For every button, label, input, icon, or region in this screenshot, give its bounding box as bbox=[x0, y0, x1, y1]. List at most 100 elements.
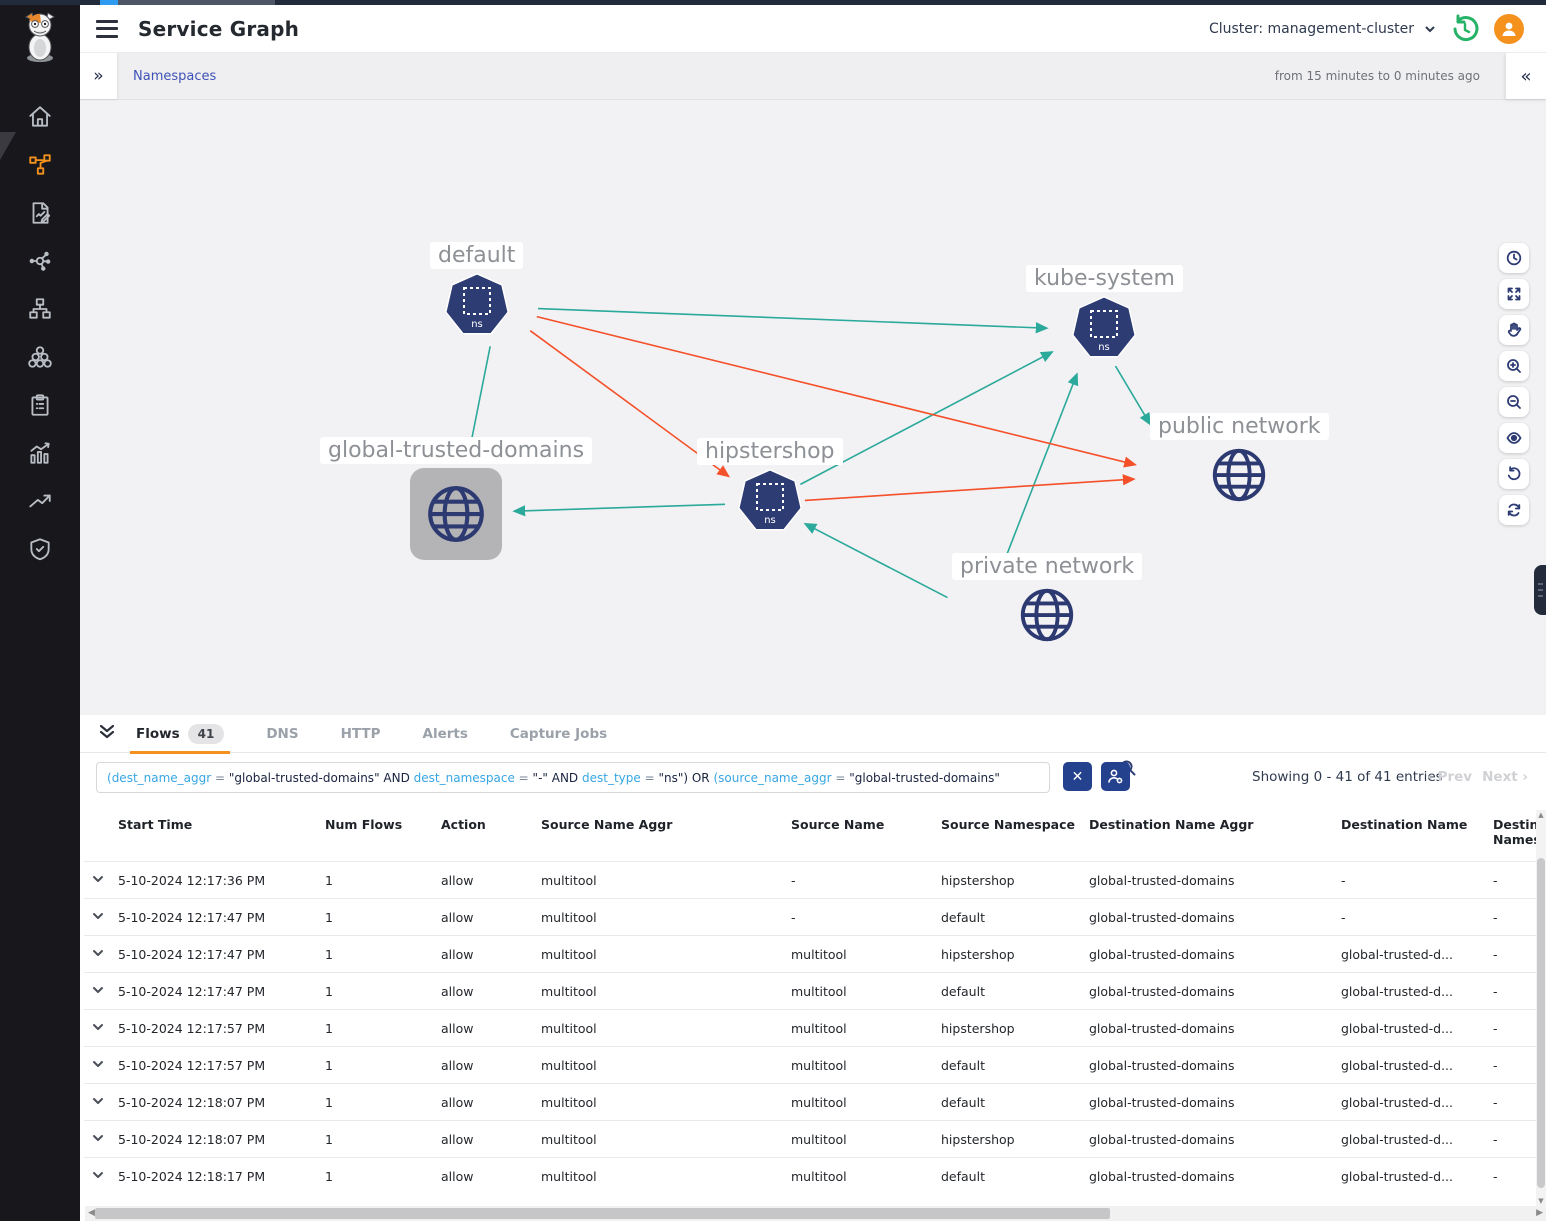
row-expander[interactable] bbox=[84, 1084, 112, 1121]
col-source-name-aggr: Source Name Aggr bbox=[535, 801, 785, 862]
collapse-panel-button[interactable]: « bbox=[1505, 53, 1546, 99]
namespace-heptagon-icon: ns bbox=[738, 469, 802, 533]
chevron-down-icon bbox=[92, 1021, 104, 1033]
sidebar-item-trends[interactable] bbox=[0, 477, 80, 525]
horizontal-scrollbar-thumb[interactable] bbox=[95, 1208, 1110, 1219]
table-row[interactable]: 5-10-2024 12:18:07 PM 1 allow multitool … bbox=[84, 1084, 1542, 1121]
table-row[interactable]: 5-10-2024 12:18:07 PM 1 allow multitool … bbox=[84, 1121, 1542, 1158]
filter-input[interactable]: (dest_name_aggr = "global-trusted-domain… bbox=[96, 762, 1050, 793]
visibility-button[interactable] bbox=[1499, 423, 1529, 453]
zoom-in-button[interactable] bbox=[1499, 351, 1529, 381]
filter-token: = bbox=[211, 771, 229, 785]
table-row[interactable]: 5-10-2024 12:17:36 PM 1 allow multitool … bbox=[84, 862, 1542, 899]
time-settings-button[interactable] bbox=[1499, 243, 1529, 273]
prev-button[interactable]: ‹ Prev bbox=[1427, 769, 1472, 785]
cell-dest-namespace: - bbox=[1487, 936, 1542, 973]
user-avatar[interactable] bbox=[1494, 14, 1524, 44]
cluster-selector[interactable]: Cluster: management-cluster bbox=[1209, 21, 1436, 37]
cell-source-name: multitool bbox=[785, 1010, 935, 1047]
expand-panel-button[interactable]: » bbox=[80, 53, 118, 99]
tab-alerts[interactable]: Alerts bbox=[415, 715, 476, 753]
row-expander[interactable] bbox=[84, 1010, 112, 1047]
table-row[interactable]: 5-10-2024 12:17:57 PM 1 allow multitool … bbox=[84, 1047, 1542, 1084]
sidebar-item-dashboards[interactable] bbox=[0, 429, 80, 477]
cell-source-namespace: default bbox=[935, 1047, 1083, 1084]
table-row[interactable]: 5-10-2024 12:18:17 PM 1 allow multitool … bbox=[84, 1158, 1542, 1195]
app-header: Service Graph Cluster: management-cluste… bbox=[80, 5, 1546, 53]
tab-flows[interactable]: Flows 41 bbox=[128, 715, 232, 753]
node-kube-system[interactable]: kube-system ns bbox=[1026, 265, 1183, 360]
scroll-down-arrow[interactable]: ▼ bbox=[1536, 1196, 1546, 1206]
table-row[interactable]: 5-10-2024 12:17:47 PM 1 allow multitool … bbox=[84, 899, 1542, 936]
cell-action: allow bbox=[435, 1010, 535, 1047]
table-row[interactable]: 5-10-2024 12:17:47 PM 1 allow multitool … bbox=[84, 936, 1542, 973]
row-expander[interactable] bbox=[84, 1158, 112, 1195]
cell-source-name: multitool bbox=[785, 973, 935, 1010]
row-expander[interactable] bbox=[84, 899, 112, 936]
node-global-trusted-domains[interactable]: global-trusted-domains bbox=[320, 437, 592, 560]
sidebar-item-home[interactable] bbox=[0, 93, 80, 141]
filter-settings-button[interactable] bbox=[1101, 762, 1130, 791]
vertical-scrollbar-thumb[interactable] bbox=[1537, 858, 1545, 1188]
undo-button[interactable] bbox=[1499, 459, 1529, 489]
showing-entries-label: Showing 0 - 41 of 41 entries bbox=[1252, 753, 1443, 801]
clear-filter-button[interactable]: ✕ bbox=[1063, 762, 1092, 791]
node-default[interactable]: default ns bbox=[430, 242, 523, 337]
node-hipstershop[interactable]: hipstershop ns bbox=[697, 438, 843, 533]
sidebar-item-workloads[interactable] bbox=[0, 333, 80, 381]
scroll-up-arrow[interactable]: ▲ bbox=[1536, 810, 1546, 820]
row-expander[interactable] bbox=[84, 862, 112, 899]
cell-dest-name-aggr: global-trusted-domains bbox=[1083, 1047, 1335, 1084]
edge-kube-system-to-public-network[interactable] bbox=[1115, 366, 1150, 424]
row-expander[interactable] bbox=[84, 936, 112, 973]
fit-view-button[interactable] bbox=[1499, 279, 1529, 309]
sidebar-item-hierarchy[interactable] bbox=[0, 285, 80, 333]
sidebar-item-threat-defense[interactable] bbox=[0, 525, 80, 573]
breadcrumb[interactable]: Namespaces bbox=[133, 53, 216, 99]
right-panel-toggle[interactable] bbox=[1534, 565, 1546, 615]
service-graph-canvas[interactable]: default ns kube-system ns global-trusted… bbox=[80, 100, 1546, 715]
next-button[interactable]: Next › bbox=[1482, 769, 1528, 785]
node-private-network[interactable]: private network bbox=[952, 553, 1142, 646]
sitemap-icon bbox=[27, 296, 53, 322]
table-row[interactable]: 5-10-2024 12:17:47 PM 1 allow multitool … bbox=[84, 973, 1542, 1010]
collapse-panel-chevrons[interactable] bbox=[98, 724, 116, 744]
history-icon[interactable] bbox=[1450, 14, 1480, 44]
namespace-heptagon-icon: ns bbox=[445, 273, 509, 337]
filter-token: = bbox=[832, 771, 850, 785]
scroll-right-arrow[interactable]: ▶ bbox=[1536, 1206, 1543, 1221]
cell-dest-name: global-trusted-d... bbox=[1335, 1121, 1487, 1158]
edge-hipstershop-to-public-network[interactable] bbox=[805, 479, 1134, 500]
tab-http[interactable]: HTTP bbox=[333, 715, 389, 753]
col-source-namespace: Source Namespace bbox=[935, 801, 1083, 862]
edge-private-network-to-hipstershop[interactable] bbox=[805, 524, 948, 598]
refresh-button[interactable] bbox=[1499, 495, 1529, 525]
edge-default-to-kube-system[interactable] bbox=[538, 309, 1047, 329]
row-expander[interactable] bbox=[84, 973, 112, 1010]
node-public-network[interactable]: public network bbox=[1150, 413, 1329, 506]
hamburger-menu-icon[interactable] bbox=[96, 19, 120, 39]
zoom-out-button[interactable] bbox=[1499, 387, 1529, 417]
calico-cat-logo[interactable] bbox=[16, 11, 64, 63]
scroll-left-arrow[interactable]: ◀ bbox=[88, 1206, 95, 1221]
hand-icon bbox=[1506, 322, 1522, 338]
table-row[interactable]: 5-10-2024 12:17:57 PM 1 allow multitool … bbox=[84, 1010, 1542, 1047]
row-expander[interactable] bbox=[84, 1121, 112, 1158]
home-icon bbox=[27, 104, 53, 130]
sidebar-item-compliance[interactable] bbox=[0, 381, 80, 429]
cell-source-namespace: hipstershop bbox=[935, 1121, 1083, 1158]
horizontal-scrollbar[interactable]: ◀ ▶ bbox=[85, 1206, 1546, 1221]
sidebar-item-network[interactable] bbox=[0, 237, 80, 285]
edge-private-network-to-kube-system[interactable] bbox=[997, 374, 1077, 579]
clock-icon bbox=[1506, 250, 1522, 266]
tab-dns[interactable]: DNS bbox=[258, 715, 306, 753]
row-expander[interactable] bbox=[84, 1047, 112, 1084]
vertical-scrollbar[interactable]: ▲ ▼ bbox=[1536, 810, 1546, 1206]
tab-capture-jobs[interactable]: Capture Jobs bbox=[502, 715, 615, 753]
svg-text:ns: ns bbox=[1099, 342, 1111, 353]
cell-num-flows: 1 bbox=[319, 1121, 435, 1158]
filter-token: dest_namespace bbox=[414, 771, 515, 785]
sidebar-item-service-graph[interactable] bbox=[0, 141, 80, 189]
pan-button[interactable] bbox=[1499, 315, 1529, 345]
sidebar-item-policies[interactable] bbox=[0, 189, 80, 237]
